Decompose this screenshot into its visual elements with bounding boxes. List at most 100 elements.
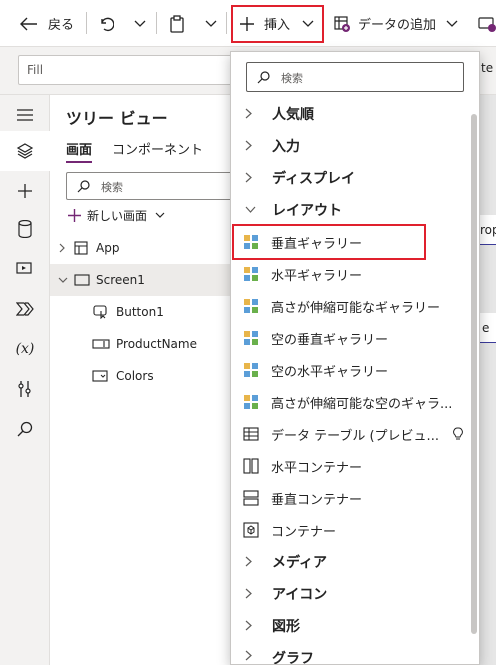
flexible-height-gallery-icon [244, 299, 258, 313]
search-rail-button[interactable] [0, 409, 50, 449]
tree-search-placeholder: 検索 [101, 181, 123, 194]
menu-item-vertical-container[interactable]: 垂直コンテナー [231, 482, 469, 514]
vertical-gallery-highlight-box [232, 224, 426, 260]
undo-dropdown-button[interactable] [134, 0, 146, 47]
variables-icon: (𝑥) [15, 341, 35, 357]
category-icons[interactable]: アイコン [231, 578, 469, 610]
layers-icon [16, 143, 34, 159]
new-screen-button[interactable]: 新しい画面 [68, 207, 165, 224]
tree-item-label: Screen1 [96, 273, 145, 287]
hamburger-icon [17, 109, 33, 121]
menu-scrollbar[interactable] [471, 114, 477, 634]
button-control-icon [93, 305, 107, 319]
insert-rail-button[interactable] [0, 171, 50, 211]
data-table-icon [243, 427, 259, 441]
left-rail: (𝑥) [0, 95, 50, 665]
tab-screens[interactable]: 画面 [66, 139, 93, 163]
menu-item-blank-flexible-gallery[interactable]: 高さが伸縮可能な空のギャラ... [231, 386, 469, 418]
menu-item-label: コンテナー [271, 524, 337, 540]
power-automate-rail-button[interactable] [0, 289, 50, 329]
undo-button[interactable] [98, 0, 114, 47]
menu-item-data-table[interactable]: データ テーブル (プレビュ... [231, 418, 469, 450]
category-shapes[interactable]: 図形 [231, 610, 469, 642]
chevron-right-icon [59, 243, 65, 253]
insert-search-input[interactable]: 検索 [246, 62, 464, 92]
tree-item-label: Button1 [116, 305, 164, 319]
insert-menu: 検索 人気順 入力 ディスプレイ レイアウト 垂直ギャラリー 水平ギャラリー 高… [230, 51, 480, 665]
menu-item-label: 空の水平ギャラリー [271, 364, 389, 380]
menu-item-blank-horizontal-gallery[interactable]: 空の水平ギャラリー [231, 354, 469, 386]
search-icon [77, 180, 90, 193]
property-dropdown[interactable]: Fill [18, 55, 238, 85]
chevron-down-icon [58, 277, 68, 283]
tools-icon [18, 381, 31, 397]
app-icon [74, 241, 88, 255]
menu-item-flexible-height-gallery[interactable]: 高さが伸縮可能なギャラリー [231, 290, 469, 322]
formula-text-fragment: te [481, 61, 494, 75]
menu-item-blank-vertical-gallery[interactable]: 空の垂直ギャラリー [231, 322, 469, 354]
media-icon [16, 262, 32, 274]
menu-item-label: 空の垂直ギャラリー [271, 332, 389, 348]
new-screen-toolbar-button[interactable] [478, 0, 496, 47]
category-label: 図形 [272, 619, 300, 635]
chevron-right-icon [245, 588, 252, 599]
category-label: 人気順 [272, 107, 314, 123]
data-rail-button[interactable] [0, 209, 50, 249]
tab-components[interactable]: コンポーネント [112, 139, 203, 158]
paste-button[interactable] [169, 0, 185, 47]
plus-icon [18, 184, 32, 198]
category-label: メディア [272, 555, 328, 571]
category-popular[interactable]: 人気順 [231, 98, 469, 130]
tree-view-button[interactable] [0, 131, 50, 171]
chevron-right-icon [245, 620, 252, 631]
horizontal-container-icon [243, 458, 259, 474]
blank-horizontal-gallery-icon [244, 363, 258, 377]
clipboard-icon [170, 14, 184, 33]
canvas-text-fragment: e [482, 321, 490, 335]
category-layout[interactable]: レイアウト [231, 194, 469, 226]
menu-item-container[interactable]: コンテナー [231, 514, 469, 546]
insert-search-placeholder: 検索 [281, 72, 303, 85]
category-label: アイコン [272, 587, 328, 603]
tree-item-label: ProductName [116, 337, 197, 351]
category-label: グラフ [272, 651, 314, 664]
advanced-tools-rail-button[interactable] [0, 369, 50, 409]
separator [86, 12, 87, 34]
chevron-right-icon [245, 556, 252, 567]
tree-item-label: Colors [116, 369, 154, 383]
separator [156, 12, 157, 34]
add-data-button[interactable]: データの追加 [334, 0, 458, 47]
menu-item-label: 水平ギャラリー [271, 268, 363, 284]
dropdown-control-icon [92, 370, 108, 382]
category-media[interactable]: メディア [231, 546, 469, 578]
plus-icon [68, 209, 81, 222]
menu-item-label: データ テーブル (プレビュ... [271, 428, 439, 444]
screen-add-icon [478, 16, 496, 32]
insert-highlight-box [231, 5, 324, 43]
menu-item-horizontal-gallery[interactable]: 水平ギャラリー [231, 258, 469, 290]
category-input[interactable]: 入力 [231, 130, 469, 162]
menu-item-label: 水平コンテナー [271, 460, 363, 476]
tree-item-label: App [96, 241, 120, 255]
menu-item-label: 高さが伸縮可能な空のギャラ... [271, 396, 453, 412]
menu-item-horizontal-container[interactable]: 水平コンテナー [231, 450, 469, 482]
separator [226, 12, 227, 34]
category-label: 入力 [272, 139, 300, 155]
paste-dropdown-button[interactable] [205, 0, 217, 47]
category-charts[interactable]: グラフ [231, 642, 469, 664]
tree-view-title: ツリー ビュー [66, 109, 168, 128]
chevron-down-icon [205, 20, 217, 27]
variables-rail-button[interactable]: (𝑥) [0, 329, 50, 369]
add-data-label: データの追加 [358, 18, 437, 33]
category-label: レイアウト [272, 203, 342, 219]
hamburger-menu-button[interactable] [0, 95, 50, 135]
lightbulb-icon [453, 427, 463, 440]
back-button[interactable]: 戻る [20, 0, 74, 47]
chevron-right-icon [245, 172, 252, 183]
back-label: 戻る [48, 18, 75, 33]
category-display[interactable]: ディスプレイ [231, 162, 469, 194]
media-rail-button[interactable] [0, 249, 50, 289]
search-icon [17, 421, 33, 437]
undo-icon [101, 17, 114, 31]
category-label: ディスプレイ [272, 171, 356, 187]
